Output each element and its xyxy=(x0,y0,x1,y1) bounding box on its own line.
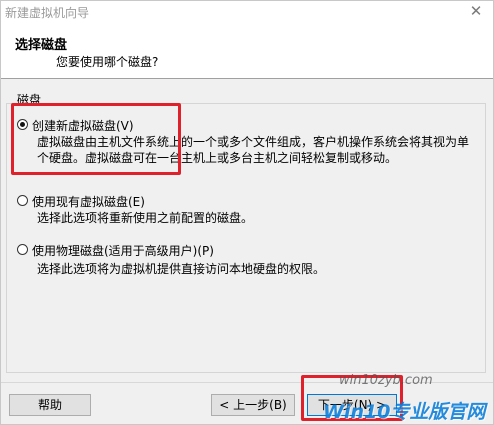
page-title: 选择磁盘 xyxy=(15,38,68,53)
option-use-existing-disk-desc: 选择此选项将重新使用之前配置的磁盘。 xyxy=(37,211,254,225)
close-icon[interactable]: ✕ xyxy=(469,3,483,19)
option-use-physical-disk-label[interactable]: 使用物理磁盘(适用于高级用户)(P) xyxy=(32,242,214,259)
option-create-new-disk-desc-1: 虚拟磁盘由主机文件系统上的一个或多个文件组成，客户机操作系统会将其视为单 xyxy=(37,135,470,149)
option-create-new-disk-label[interactable]: 创建新虚拟磁盘(V) xyxy=(32,117,134,134)
option-use-physical-disk-desc: 选择此选项将为虚拟机提供直接访问本地硬盘的权限。 xyxy=(37,262,326,276)
new-vm-wizard-window: 新建虚拟机向导 ✕ 选择磁盘 您要使用哪个磁盘? 磁盘 创建新虚拟磁盘(V) 虚… xyxy=(0,0,494,425)
radio-use-physical-disk[interactable] xyxy=(17,244,28,255)
disk-group-label: 磁盘 xyxy=(15,91,44,108)
option-use-existing-disk-label[interactable]: 使用现有虚拟磁盘(E) xyxy=(32,193,145,210)
window-title: 新建虚拟机向导 xyxy=(5,6,90,20)
wizard-body: 磁盘 创建新虚拟磁盘(V) 虚拟磁盘由主机文件系统上的一个或多个文件组成，客户机… xyxy=(1,79,493,382)
page-subtitle: 您要使用哪个磁盘? xyxy=(56,55,159,69)
back-button[interactable]: < 上一步(B) xyxy=(211,394,295,416)
option-create-new-disk-desc-2: 个硬盘。虚拟磁盘可在一台主机上或多台主机之间轻松复制或移动。 xyxy=(37,151,398,165)
wizard-header: 选择磁盘 您要使用哪个磁盘? xyxy=(1,23,493,79)
radio-create-new-disk[interactable] xyxy=(17,119,28,130)
next-button[interactable]: 下一步(N) > xyxy=(307,394,397,416)
wizard-footer: 帮助 < 上一步(B) 下一步(N) > xyxy=(1,375,493,424)
help-button[interactable]: 帮助 xyxy=(9,394,91,416)
radio-use-existing-disk[interactable] xyxy=(17,195,28,206)
title-bar[interactable]: 新建虚拟机向导 ✕ xyxy=(1,1,493,23)
